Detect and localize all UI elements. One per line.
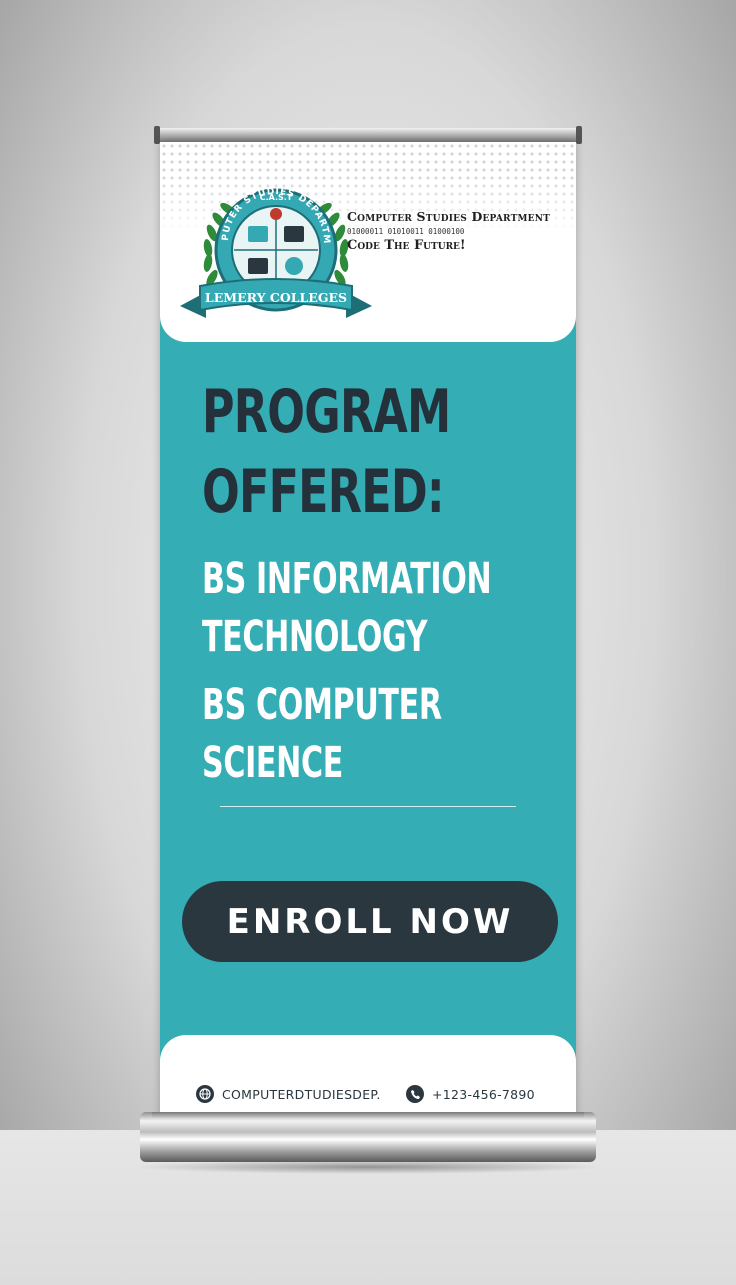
globe-icon <box>196 1085 214 1103</box>
program-item-bsit: BS INFORMATION TECHNOLOGY <box>202 550 492 666</box>
website-text: COMPUTERDTUDIESDEP. <box>222 1086 381 1102</box>
program-line-2: TECHNOLOGY <box>202 612 428 662</box>
program-line-1: BS INFORMATION <box>202 554 492 604</box>
enroll-now-button[interactable]: ENROLL NOW <box>182 881 558 962</box>
top-bar-cap-right <box>576 126 582 144</box>
roll-up-banner: COMPUTER STUDIES DEPARTMENT C.A.S.T LEME… <box>160 142 576 1117</box>
banner-header: COMPUTER STUDIES DEPARTMENT C.A.S.T LEME… <box>160 142 576 342</box>
banner-footer: COMPUTERDTUDIESDEP. +123-456-7890 <box>160 1035 576 1117</box>
stand-base-lip <box>152 1112 584 1118</box>
divider-line <box>220 806 516 807</box>
phone-contact[interactable]: +123-456-7890 <box>406 1085 535 1103</box>
banner-top-bar <box>156 128 580 142</box>
program-line-1: BS COMPUTER <box>202 680 442 730</box>
logo-ribbon-text: LEMERY COLLEGES <box>205 290 347 305</box>
binary-code: 01000011 01010011 01000100 <box>347 227 465 236</box>
department-title: Computer Studies Department <box>347 209 551 224</box>
lemery-colleges-logo: COMPUTER STUDIES DEPARTMENT C.A.S.T LEME… <box>176 168 372 318</box>
stand-shadow <box>132 1160 604 1174</box>
program-line-2: SCIENCE <box>202 738 343 788</box>
banner-stand-base <box>140 1112 596 1162</box>
logo-top-text: C.A.S.T <box>260 193 293 202</box>
program-list: BS INFORMATION TECHNOLOGY BS COMPUTER SC… <box>202 550 492 802</box>
phone-icon <box>406 1085 424 1103</box>
program-offered-heading: PROGRAM OFFERED: <box>202 372 451 532</box>
heading-line-2: OFFERED: <box>202 457 445 527</box>
phone-text: +123-456-7890 <box>432 1086 535 1102</box>
heading-line-1: PROGRAM <box>202 377 451 447</box>
website-contact[interactable]: COMPUTERDTUDIESDEP. <box>196 1085 381 1103</box>
program-item-bscs: BS COMPUTER SCIENCE <box>202 676 491 792</box>
slogan: Code The Future! <box>347 238 466 253</box>
